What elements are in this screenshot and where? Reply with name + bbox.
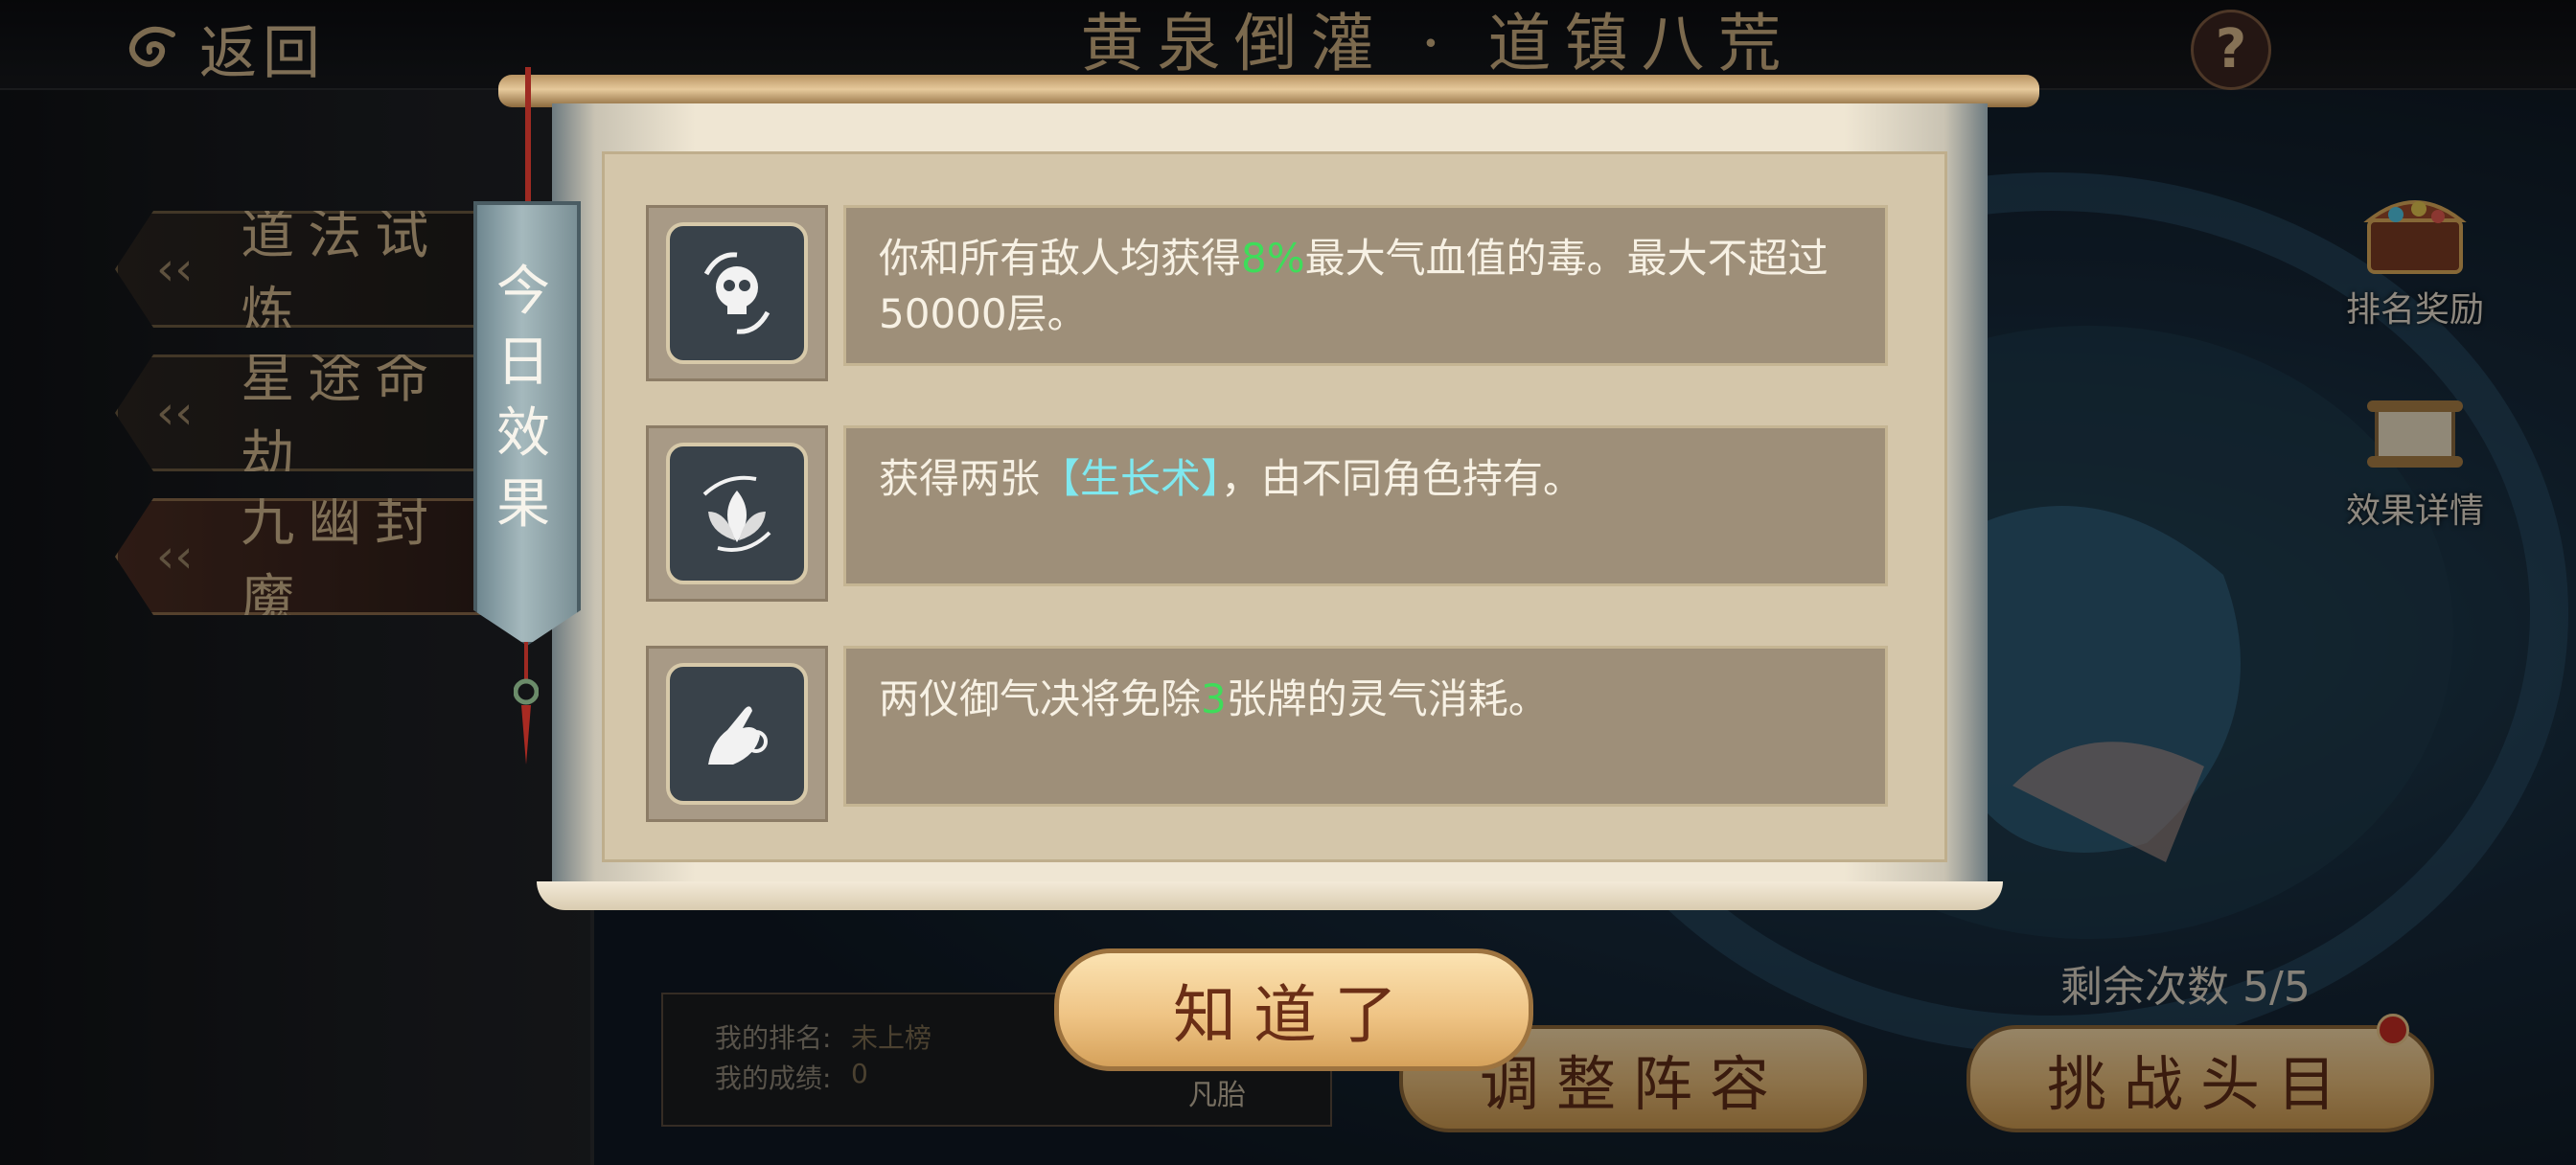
- tassel-ornament: [514, 642, 539, 765]
- hand-seal-icon: [666, 663, 808, 805]
- effect-text-before: 两仪御气决将免除: [879, 675, 1202, 722]
- effect-description: 获得两张【生长术】，由不同角色持有。: [843, 425, 1888, 586]
- banner-title: 今日效果: [496, 261, 550, 536]
- effect-icon-frame: [646, 425, 828, 602]
- effect-text-after: ，由不同角色持有。: [1221, 455, 1584, 502]
- effect-text-before: 你和所有敌人均获得: [879, 235, 1242, 282]
- effect-description: 两仪御气决将免除3张牌的灵气消耗。: [843, 646, 1888, 807]
- effect-row: 获得两张【生长术】，由不同角色持有。: [646, 425, 1911, 602]
- scroll-bottom-edge: [537, 881, 2003, 910]
- effect-highlight: 3: [1201, 675, 1227, 722]
- effect-text-after: 张牌的灵气消耗。: [1226, 675, 1549, 722]
- effect-icon-frame: [646, 646, 828, 822]
- scroll-top-rod: [498, 75, 2039, 107]
- banner-string: [525, 67, 531, 211]
- effect-row: 两仪御气决将免除3张牌的灵气消耗。: [646, 646, 1911, 822]
- effect-row: 你和所有敌人均获得8%最大气血值的毒。最大不超过50000层。: [646, 205, 1911, 381]
- effect-icon-frame: [646, 205, 828, 381]
- effect-highlight: 【生长术】: [1040, 455, 1222, 502]
- effect-description: 你和所有敌人均获得8%最大气血值的毒。最大不超过50000层。: [843, 205, 1888, 366]
- leaf-growth-icon: [666, 443, 808, 584]
- effect-text-before: 获得两张: [879, 455, 1041, 502]
- skull-icon: [666, 222, 808, 364]
- confirm-button[interactable]: 知道了: [1054, 948, 1533, 1071]
- effect-highlight: 8%: [1241, 235, 1305, 282]
